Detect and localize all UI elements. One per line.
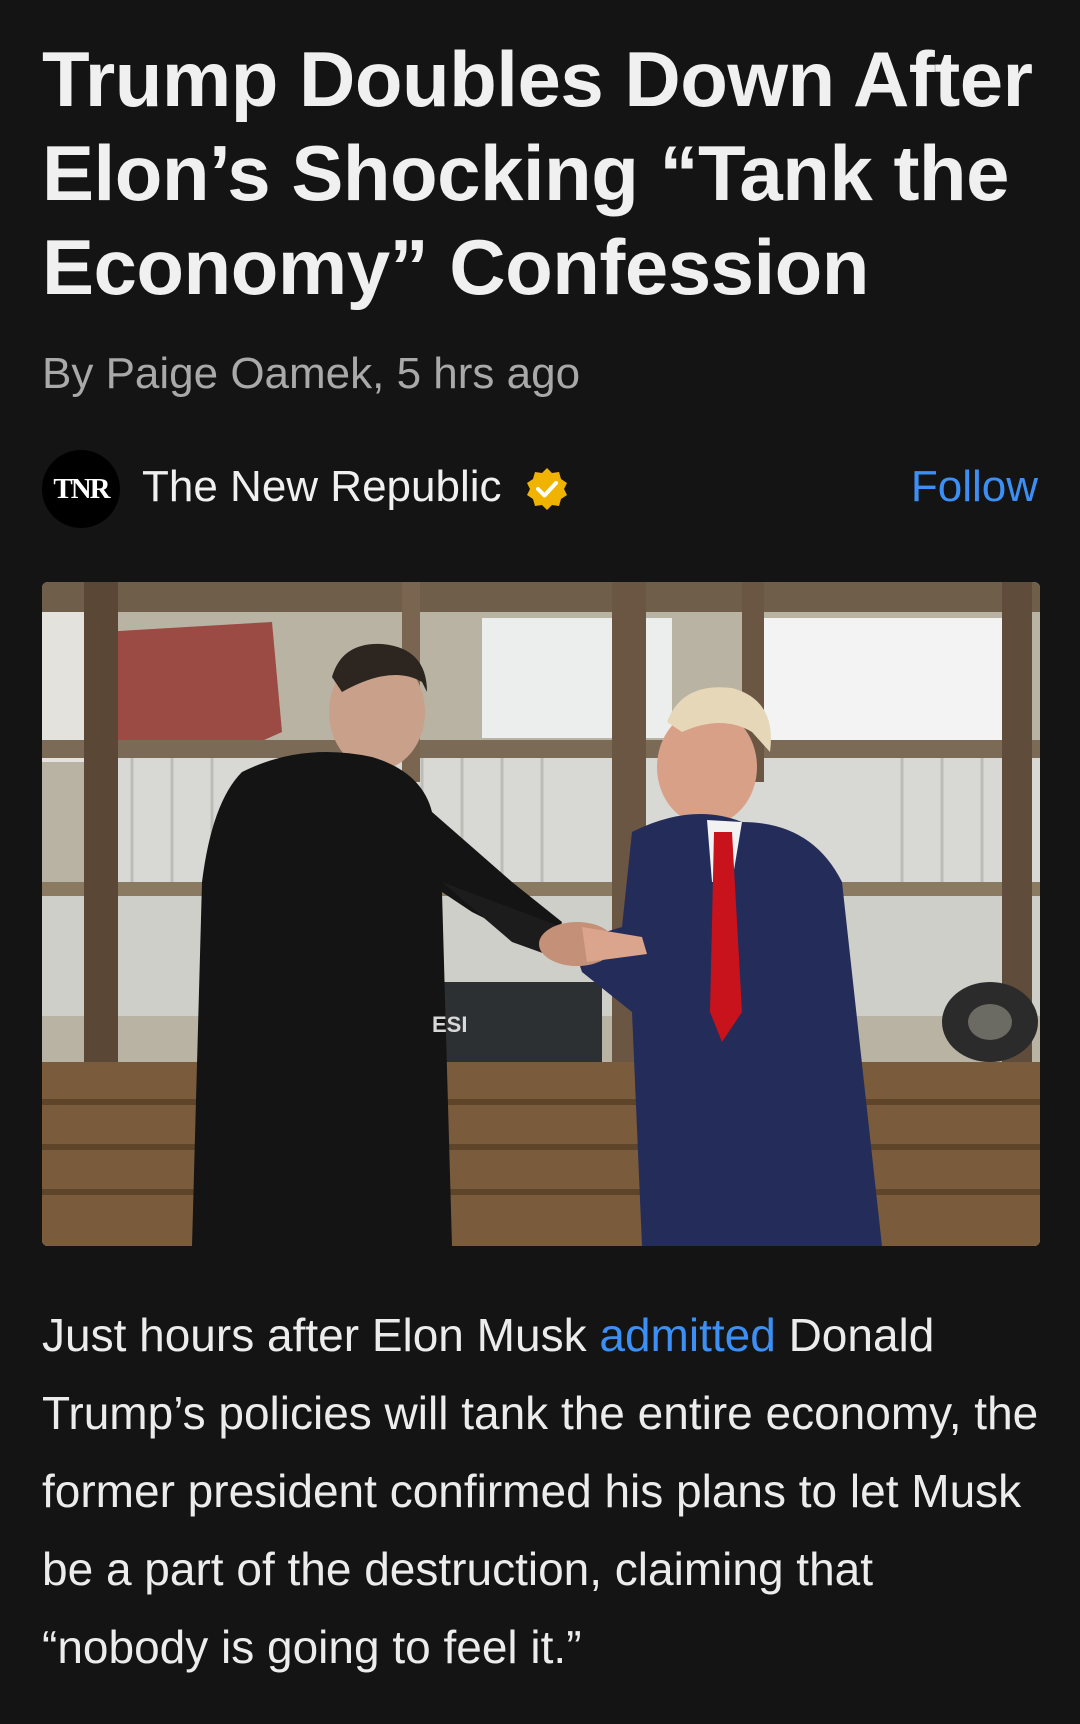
article-hero-image[interactable]: ESI — [42, 582, 1040, 1246]
admitted-link[interactable]: admitted — [599, 1309, 775, 1361]
handshake-photo: ESI — [42, 582, 1040, 1246]
body-text-end: Donald Trump’s policies will tank the en… — [42, 1309, 1039, 1673]
publisher-logo[interactable]: TNR — [42, 450, 120, 528]
follow-button[interactable]: Follow — [911, 460, 1038, 514]
publisher-row: TNR The New Republic Follow — [42, 450, 1038, 530]
article-byline: By Paige Oamek, 5 hrs ago — [42, 349, 581, 398]
article-body-paragraph: Just hours after Elon Musk admitted Dona… — [42, 1296, 1052, 1686]
equipment-sign-text: ESI — [432, 1012, 467, 1037]
verified-badge-icon — [527, 468, 567, 510]
article-headline: Trump Doubles Down After Elon’s Shocking… — [42, 35, 1033, 311]
body-text-start: Just hours after Elon Musk — [42, 1309, 600, 1361]
publisher-name[interactable]: The New Republic — [142, 460, 502, 514]
